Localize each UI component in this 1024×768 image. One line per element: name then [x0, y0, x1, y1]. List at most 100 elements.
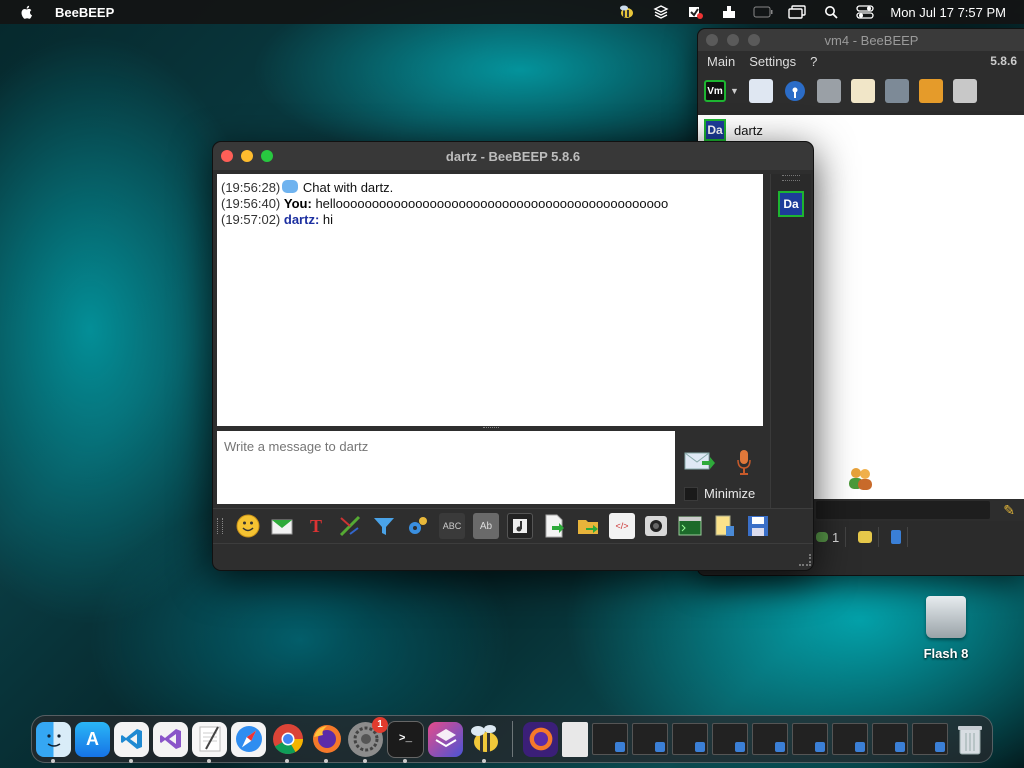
font-icon[interactable]: T — [303, 513, 329, 539]
window-thumbnail[interactable] — [792, 723, 828, 755]
html-code-icon[interactable]: </> — [609, 513, 635, 539]
document-icon[interactable] — [562, 721, 588, 757]
desktop-drive-icon[interactable]: Flash 8 — [916, 596, 976, 661]
chat-members-panel: Da — [770, 174, 811, 508]
chat-window-titlebar[interactable]: dartz - BeeBEEP 5.8.6 — [213, 142, 813, 170]
spellcheck-icon[interactable]: ABC — [439, 513, 465, 539]
groups-tab[interactable] — [852, 527, 880, 547]
send-file-icon[interactable] — [269, 513, 295, 539]
screenshot-icon[interactable] — [643, 513, 669, 539]
window-thumbnail[interactable] — [672, 723, 708, 755]
firefox-icon[interactable] — [309, 722, 344, 763]
active-app-name[interactable]: BeeBEEP — [55, 5, 114, 20]
vpn-icon[interactable] — [678, 0, 712, 24]
upload-tray-icon[interactable] — [712, 0, 746, 24]
color-icon[interactable] — [337, 513, 363, 539]
chat-toolbar: T ABC Ab </> — [213, 508, 813, 544]
word-completion-icon[interactable]: Ab — [473, 513, 499, 539]
save-chat-icon[interactable] — [541, 513, 567, 539]
textedit-icon[interactable] — [192, 721, 227, 763]
message-text: Chat with dartz. — [302, 180, 394, 195]
beebeep-icon[interactable] — [467, 722, 502, 763]
network-icon[interactable] — [884, 79, 909, 103]
menu-settings[interactable]: Settings — [749, 54, 796, 69]
screen-mirroring-icon[interactable] — [780, 0, 814, 24]
chat-message: (19:56:40) You: helloooooooooooooooooooo… — [221, 196, 759, 212]
message-input[interactable] — [222, 438, 666, 455]
window-thumbnail[interactable] — [592, 723, 628, 755]
window-thumbnail[interactable] — [752, 723, 788, 755]
chat-icon — [816, 532, 828, 542]
app-store-icon[interactable]: A — [75, 721, 110, 757]
menu-main[interactable]: Main — [707, 54, 735, 69]
save-icon[interactable] — [745, 513, 771, 539]
battery-icon[interactable] — [746, 0, 780, 24]
control-center-icon[interactable] — [848, 0, 882, 24]
beebeep-menu-icon[interactable] — [610, 0, 644, 24]
send-message-icon[interactable] — [684, 449, 716, 473]
visual-studio-icon[interactable] — [153, 721, 188, 757]
menu-help[interactable]: ? — [810, 54, 817, 69]
chrome-icon[interactable] — [270, 722, 305, 763]
send-area: Minimize — [680, 431, 765, 504]
shell-icon[interactable] — [677, 513, 703, 539]
chat-status-bar — [213, 544, 813, 568]
window-thumbnail[interactable] — [912, 723, 948, 755]
file-share-icon[interactable] — [918, 79, 943, 103]
window-thumbnail[interactable] — [872, 723, 908, 755]
chat-message: (19:56:28) Chat with dartz. — [221, 180, 759, 196]
window-thumbnail[interactable] — [712, 723, 748, 755]
finder-icon[interactable] — [36, 721, 71, 763]
online-users-counter[interactable]: 1 — [810, 527, 847, 547]
system-settings-icon[interactable]: 1 — [348, 716, 388, 763]
notes-icon[interactable] — [711, 513, 737, 539]
trash-icon[interactable] — [952, 79, 977, 103]
microphone-icon[interactable] — [736, 449, 752, 475]
edit-profile-icon[interactable] — [748, 79, 773, 103]
chat-log[interactable]: (19:56:28) Chat with dartz. (19:56:40) Y… — [217, 174, 763, 426]
clear-icon[interactable]: ✎ — [1003, 502, 1015, 519]
layers-icon[interactable] — [644, 0, 678, 24]
files-tab[interactable] — [885, 527, 909, 547]
splitter-handle[interactable] — [483, 427, 499, 430]
resize-grip[interactable] — [799, 554, 811, 566]
settings-gear-icon[interactable] — [405, 513, 431, 539]
share-folder-icon[interactable] — [575, 513, 601, 539]
safari-icon[interactable] — [231, 721, 266, 757]
desktop-icon-label: Flash 8 — [923, 646, 969, 661]
message-text: helloooooooooooooooooooooooooooooooooooo… — [315, 196, 669, 211]
message-input-area — [217, 431, 675, 504]
profile-badge[interactable]: Vm — [704, 80, 726, 102]
vscode-icon[interactable] — [114, 721, 149, 763]
emoticons-icon[interactable] — [235, 513, 261, 539]
menubar-clock[interactable]: Mon Jul 17 7:57 PM — [890, 5, 1006, 20]
write-message-icon[interactable] — [850, 79, 875, 103]
version-label: 5.8.6 — [990, 54, 1017, 68]
member-avatar[interactable]: Da — [778, 191, 804, 217]
chevron-down-icon[interactable]: ▼ — [730, 86, 739, 96]
filter-icon[interactable] — [371, 513, 397, 539]
main-window-titlebar[interactable]: vm4 - BeeBEEP — [698, 29, 1024, 51]
sound-icon[interactable] — [507, 513, 533, 539]
chat-window: dartz - BeeBEEP 5.8.6 (19:56:28) Chat wi… — [212, 141, 814, 571]
window-thumbnail[interactable] — [632, 723, 668, 755]
broadcast-icon[interactable] — [783, 79, 807, 103]
window-thumbnail[interactable] — [832, 723, 868, 755]
terminal-icon[interactable]: >_ — [387, 720, 424, 763]
panel-grip[interactable] — [782, 175, 800, 181]
minimize-option[interactable]: Minimize — [684, 486, 755, 501]
shortcuts-icon[interactable] — [428, 721, 463, 757]
search-icon[interactable] — [814, 0, 848, 24]
firefox-window-icon[interactable] — [523, 721, 558, 757]
group-icon[interactable] — [816, 79, 841, 103]
status-menus: Mon Jul 17 7:57 PM — [610, 0, 1006, 24]
users-group-icon — [846, 465, 874, 491]
chat-window-title: dartz - BeeBEEP 5.8.6 — [445, 149, 581, 164]
message-time: (19:56:28) — [221, 180, 281, 195]
toolbar-handle[interactable] — [217, 518, 223, 534]
apple-menu-icon[interactable] — [19, 4, 35, 20]
status-message-field[interactable] — [816, 501, 990, 519]
message-sender: dartz: — [283, 212, 320, 227]
minimize-checkbox[interactable] — [684, 486, 698, 501]
trash-icon[interactable] — [952, 722, 987, 757]
